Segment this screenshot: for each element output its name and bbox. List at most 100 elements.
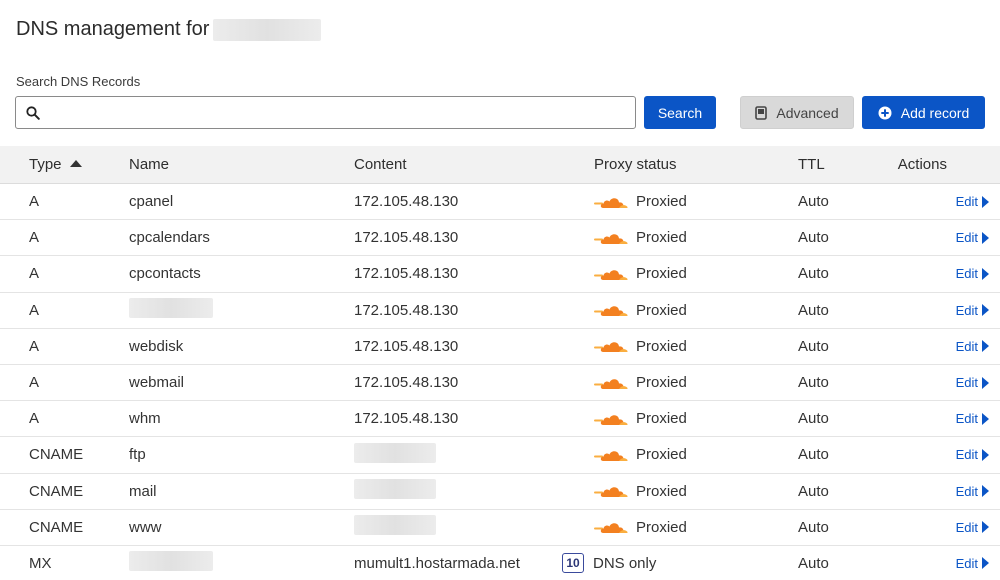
table-row: A cpcontacts 172.105.48.130 Proxied Auto…: [0, 256, 1000, 293]
proxied-cloud-icon: [594, 412, 628, 426]
proxy-status-text: Proxied: [636, 518, 687, 536]
edit-label: Edit: [955, 483, 978, 499]
record-content: 172.105.48.130: [354, 374, 459, 392]
edit-link[interactable]: Edit: [956, 375, 989, 390]
record-name-redacted: [129, 551, 213, 575]
edit-link[interactable]: Edit: [956, 411, 989, 426]
caret-right-icon: [982, 304, 989, 317]
page-title-text: DNS management for: [16, 18, 210, 40]
edit-link-body[interactable]: Edit: [956, 411, 989, 426]
record-name: webdisk: [129, 337, 184, 355]
record-ttl: Auto: [798, 193, 829, 211]
proxy-status-text: Proxied: [636, 229, 687, 247]
edit-link-body[interactable]: Edit: [956, 230, 989, 245]
search-button[interactable]: Search: [644, 96, 716, 129]
edit-link-body[interactable]: Edit: [956, 194, 989, 209]
edit-link-body[interactable]: Edit: [956, 266, 989, 281]
search-field[interactable]: [15, 96, 636, 129]
proxied-cloud-icon: [594, 231, 628, 245]
record-name: webmail: [129, 374, 185, 392]
column-proxy-status: Proxy status: [594, 156, 677, 173]
proxied-cloud-icon: [594, 267, 628, 281]
record-ttl: Auto: [798, 518, 829, 536]
table-row: A cpanel 172.105.48.130 Proxied Auto Edi…: [0, 184, 1000, 221]
sort-ascending-icon: [69, 159, 82, 167]
record-name-redacted: [129, 298, 213, 322]
edit-link[interactable]: Edit: [956, 556, 989, 571]
edit-link-body[interactable]: Edit: [956, 556, 989, 571]
column-name: Name: [129, 156, 170, 173]
record-proxy-status: Proxied: [594, 193, 687, 210]
caret-right-icon: [982, 376, 989, 389]
record-ttl: Auto: [798, 337, 829, 355]
caret-right-icon: [982, 412, 989, 425]
advanced-button[interactable]: Advanced: [740, 96, 854, 129]
proxy-status-text: Proxied: [636, 265, 687, 283]
table-row: CNAME www Proxied Auto Edit: [0, 510, 1000, 546]
edit-link-body[interactable]: Edit: [956, 375, 989, 390]
record-proxy-status: Proxied: [594, 338, 687, 355]
column-ttl: TTL: [798, 156, 825, 173]
edit-link-body[interactable]: Edit: [956, 447, 989, 462]
record-ttl: Auto: [798, 265, 829, 283]
column-type[interactable]: Type: [29, 156, 82, 173]
record-name: www: [129, 518, 162, 536]
record-type: A: [29, 410, 40, 428]
table-row: MX mumult1.hostarmada.net 10 DNS only Au…: [0, 546, 1000, 580]
proxied-cloud-icon: [594, 520, 628, 534]
record-type: A: [29, 301, 40, 319]
caret-right-icon: [982, 485, 989, 498]
edit-label: Edit: [955, 338, 978, 354]
record-type: CNAME: [29, 518, 84, 536]
caret-right-icon: [982, 267, 989, 280]
edit-link-body[interactable]: Edit: [956, 339, 989, 354]
record-type: A: [29, 337, 40, 355]
proxied-cloud-icon: [594, 195, 628, 209]
add-record-button[interactable]: Add record: [862, 96, 985, 129]
proxy-status-text: Proxied: [636, 337, 687, 355]
edit-label: Edit: [955, 194, 978, 210]
table-row: CNAME mail Proxied Auto Edit: [0, 474, 1000, 510]
edit-label: Edit: [955, 302, 978, 318]
record-proxy-status: Proxied: [594, 374, 687, 391]
redacted-value: [354, 442, 436, 463]
proxy-status-text: Proxied: [636, 301, 687, 319]
column-type-label: Type: [29, 156, 62, 173]
edit-link-body[interactable]: Edit: [956, 484, 989, 499]
proxied-cloud-icon: [594, 339, 628, 353]
dns-records-table: Type Name Content Proxy status TTL Actio…: [0, 146, 1000, 580]
record-type: A: [29, 193, 40, 211]
record-proxy-status: Proxied: [594, 483, 687, 500]
record-name: cpcontacts: [129, 265, 201, 283]
edit-link[interactable]: Edit: [956, 520, 989, 535]
record-proxy-status: Proxied: [594, 229, 687, 246]
priority-badge: 10: [562, 553, 584, 574]
record-ttl: Auto: [798, 410, 829, 428]
edit-link-body[interactable]: Edit: [956, 520, 989, 535]
column-content: Content: [354, 156, 407, 173]
proxied-cloud-icon: [594, 448, 628, 462]
search-input[interactable]: [48, 97, 635, 128]
edit-link[interactable]: Edit: [956, 194, 989, 209]
book-icon: [755, 105, 768, 120]
proxy-status-text: Proxied: [636, 446, 687, 464]
proxy-status-text: Proxied: [636, 374, 687, 392]
edit-link[interactable]: Edit: [956, 230, 989, 245]
record-content-redacted: [354, 479, 436, 503]
edit-link[interactable]: Edit: [956, 484, 989, 499]
redacted-value: [129, 551, 213, 572]
table-row: A whm 172.105.48.130 Proxied Auto Edit: [0, 401, 1000, 438]
record-type: A: [29, 265, 40, 283]
edit-link[interactable]: Edit: [956, 339, 989, 354]
edit-link[interactable]: Edit: [956, 266, 989, 281]
search-label: Search DNS Records: [16, 74, 141, 89]
edit-link[interactable]: Edit: [956, 447, 989, 462]
proxy-status-text: Proxied: [636, 193, 687, 211]
record-content: mumult1.hostarmada.net: [354, 554, 520, 572]
edit-link-body[interactable]: Edit: [956, 303, 989, 318]
caret-right-icon: [982, 231, 989, 244]
proxy-status-text: DNS only: [593, 554, 657, 572]
table-row: CNAME ftp Proxied Auto Edit: [0, 437, 1000, 474]
edit-label: Edit: [955, 266, 978, 282]
edit-link[interactable]: Edit: [956, 303, 989, 318]
